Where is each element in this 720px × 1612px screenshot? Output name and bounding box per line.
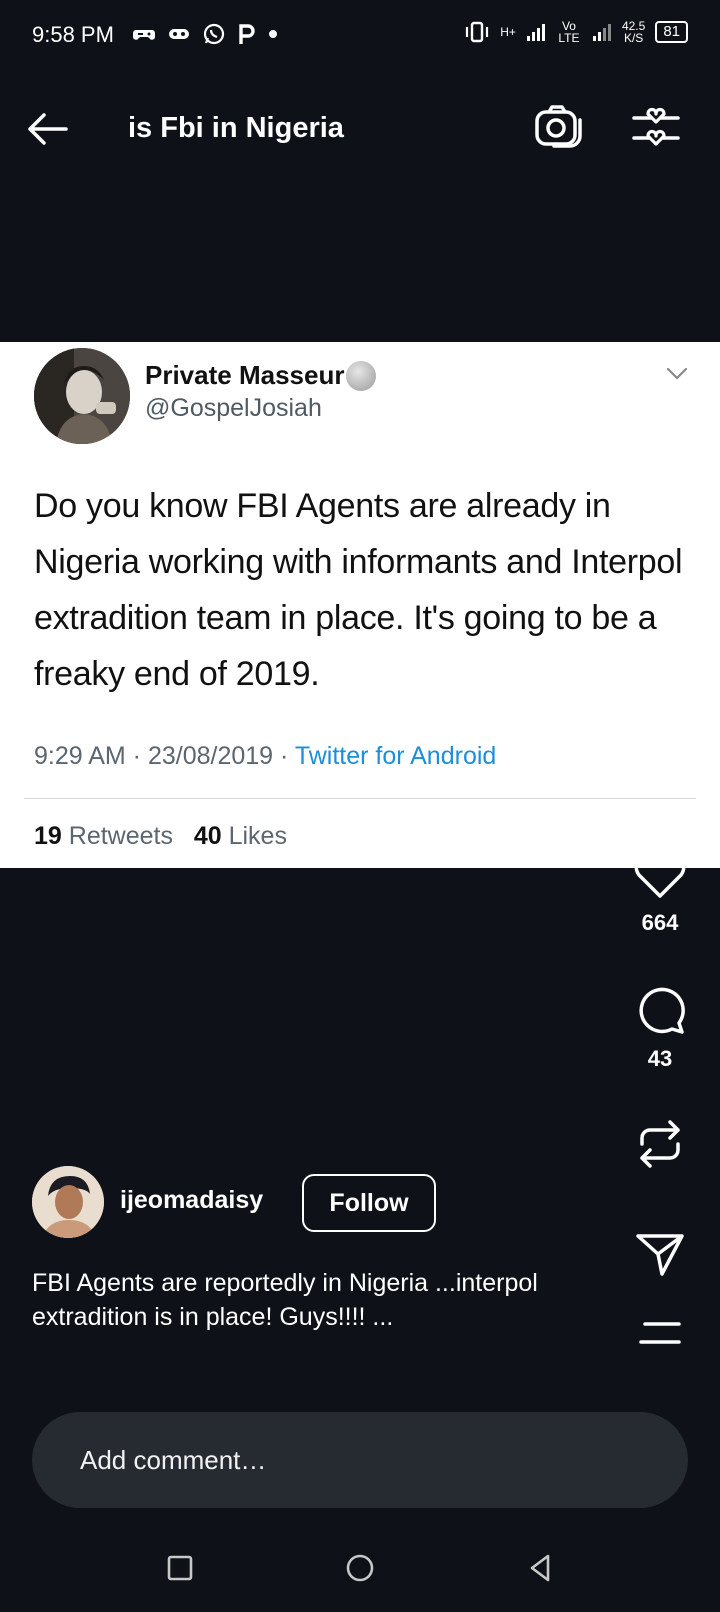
tweet-name-text: Private Masseur (145, 360, 345, 390)
retweets-label: Retweets (68, 822, 173, 850)
camera-icon[interactable] (532, 100, 584, 152)
signal-icon (526, 24, 545, 41)
verified-badge-icon (346, 360, 377, 391)
send-icon[interactable] (632, 1228, 688, 1280)
heart-icon[interactable] (631, 848, 689, 902)
network-type-1: H+ (500, 25, 516, 39)
post-caption[interactable]: FBI Agents are reportedly in Nigeria ...… (32, 1266, 592, 1334)
tweet-client: Twitter for Android (294, 742, 497, 770)
header: is Fbi in Nigeria (0, 90, 720, 166)
status-bar: 9:58 PM H+ Vo LTE 42.5 K/S 81 (0, 0, 720, 72)
repost-action (620, 1114, 700, 1174)
filter-sliders-icon[interactable] (628, 100, 684, 156)
vibrate-icon (466, 21, 489, 43)
home-icon[interactable] (340, 1548, 380, 1588)
whatsapp-icon (203, 23, 225, 45)
network-rate-unit: K/S (623, 31, 644, 45)
battery-indicator: 81 (655, 21, 688, 43)
comment-count: 43 (647, 1046, 673, 1071)
back-arrow-icon[interactable] (22, 104, 72, 154)
tweet-timestamp: 9:29 AM · 23/08/2019 · (34, 742, 295, 770)
network-rate: 42.5 K/S (622, 20, 645, 44)
back-nav-icon[interactable] (520, 1548, 560, 1588)
more-action (620, 1318, 700, 1348)
comment-input[interactable] (80, 1412, 660, 1508)
menu-lines-icon[interactable] (637, 1318, 683, 1348)
notification-icons (132, 22, 278, 46)
network-type-2: Vo LTE (558, 19, 580, 45)
game-controller-icon (133, 30, 155, 40)
page-title: is Fbi in Nigeria (128, 112, 344, 144)
retweets-count: 19 (34, 822, 62, 850)
comment-action: 43 (620, 982, 700, 1072)
like-action: 664 (620, 848, 700, 936)
tweet-text: Do you know FBI Agents are already in Ni… (34, 487, 683, 693)
tweet-screenshot[interactable]: Private Masseur @GospelJosiah Do you kno… (0, 342, 720, 868)
comment-box (32, 1412, 688, 1508)
tweet-display-name: Private Masseur (145, 360, 377, 391)
tweet-avatar (34, 348, 130, 444)
tweet-meta: 9:29 AM · 23/08/2019 · Twitter for Andro… (34, 742, 496, 771)
repost-icon[interactable] (632, 1114, 688, 1174)
author-username[interactable]: ijeomadaisy (120, 1186, 263, 1215)
tweet-handle: @GospelJosiah (145, 394, 322, 422)
gamepad-icon (169, 29, 189, 39)
likes-count: 40 (193, 822, 222, 850)
recent-apps-icon[interactable] (160, 1548, 200, 1588)
share-action (620, 1228, 700, 1280)
system-nav-bar (0, 1530, 720, 1600)
follow-button[interactable]: Follow (302, 1174, 436, 1232)
tweet-stats: 19 Retweets 40 Likes (34, 822, 287, 851)
tweet-divider (24, 798, 696, 799)
system-icons: H+ Vo LTE 42.5 K/S 81 (464, 20, 688, 44)
author-avatar[interactable] (32, 1166, 104, 1238)
p-app-icon (239, 24, 255, 44)
status-time: 9:58 PM (32, 22, 114, 47)
likes-label: Likes (228, 822, 287, 850)
comment-bubble-icon[interactable] (632, 982, 688, 1038)
dot-icon (269, 30, 277, 38)
chevron-down-icon (666, 367, 688, 380)
signal-2-icon (592, 24, 611, 41)
like-count: 664 (641, 910, 679, 935)
